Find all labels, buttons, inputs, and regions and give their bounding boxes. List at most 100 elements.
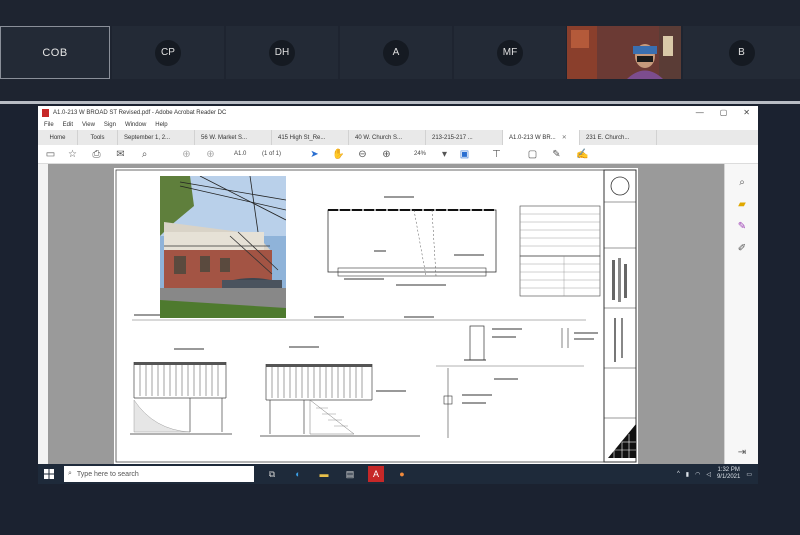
menu-window[interactable]: Window [125, 122, 146, 128]
hand-tool-icon[interactable]: ✋ [332, 148, 345, 161]
acrobat-pdf-icon [42, 109, 49, 117]
bookmark-star-icon[interactable]: ☆ [66, 148, 79, 161]
pdf-page-drawing-sheet[interactable] [114, 168, 638, 464]
task-view-icon[interactable]: ⧉ [264, 466, 280, 482]
participant-video-tile[interactable] [567, 26, 681, 79]
tab-document[interactable]: 213-215-217 ... [426, 130, 503, 145]
participant-tile-cp[interactable]: CP [112, 26, 224, 79]
clock-date: 9/1/2021 [716, 474, 741, 480]
tab-document[interactable]: 231 E. Church... [580, 130, 657, 145]
participant-video-feed [567, 26, 681, 79]
save-icon[interactable]: ▭ [44, 148, 57, 161]
tab-label: 56 W. Market S... [201, 134, 248, 141]
page-number-field[interactable]: A1.0 [234, 151, 246, 157]
participant-avatar: CP [155, 39, 181, 66]
participant-tile-b[interactable]: B [683, 26, 800, 79]
sign-icon[interactable]: ✍ [576, 148, 589, 161]
app-icon[interactable]: ● [394, 466, 410, 482]
acrobat-reader-icon[interactable]: A [368, 466, 384, 482]
page-count: (1 of 1) [262, 151, 282, 157]
print-icon[interactable]: ⎙ [90, 148, 103, 161]
tab-label: Tools [90, 134, 105, 141]
zoom-out-icon[interactable]: ⊖ [356, 148, 369, 161]
fit-page-icon[interactable]: ▣ [458, 148, 471, 161]
chevron-up-icon[interactable]: ^ [677, 471, 680, 477]
tab-document[interactable]: September 1, 2... [118, 130, 195, 145]
close-button[interactable]: ✕ [743, 108, 750, 117]
select-cursor-icon[interactable]: ➤ [308, 148, 321, 161]
wifi-icon[interactable]: ◠ [695, 471, 700, 478]
system-tray: ^ ▮ ◠ ◁ 1:32 PM 9/1/2021 ▭ [677, 467, 752, 481]
participant-avatar: MF [497, 39, 523, 66]
tab-label: 415 High St_Re... [278, 134, 326, 141]
window-titlebar: A1.0-213 W BROAD ST Revised.pdf - Adobe … [38, 106, 758, 120]
collapse-panel-icon[interactable]: ⇥ [735, 446, 749, 460]
minimize-button[interactable]: — [696, 108, 704, 117]
menu-bar: File Edit View Sign Window Help [38, 120, 758, 130]
tab-label: 231 E. Church... [586, 134, 630, 141]
participant-avatar: A [383, 39, 409, 66]
windows-logo-icon [44, 469, 54, 479]
tab-label: 213-215-217 ... [432, 134, 473, 141]
notifications-icon[interactable]: ▮ [686, 471, 689, 478]
menu-file[interactable]: File [44, 122, 54, 128]
file-explorer-icon[interactable]: ▬ [316, 466, 332, 482]
menu-edit[interactable]: Edit [63, 122, 73, 128]
participant-avatar: DH [269, 39, 295, 66]
tab-label: September 1, 2... [124, 134, 171, 141]
window-controls: — ▢ ✕ [696, 108, 750, 117]
building-photo [160, 176, 286, 318]
call-participant-strip: COB CP DH A MF B [0, 0, 800, 100]
store-icon[interactable]: ▤ [342, 466, 358, 482]
menu-view[interactable]: View [82, 122, 95, 128]
shared-screen-frame-top [0, 101, 800, 104]
participant-tile-a[interactable]: A [340, 26, 452, 79]
zoom-level-field[interactable]: 24% [414, 151, 426, 157]
fill-sign-icon[interactable]: ✎ [735, 220, 749, 234]
action-center-icon[interactable]: ▭ [746, 471, 752, 478]
right-tools-panel: ⌕ ▰ ✎ ✐ ⇥ [724, 164, 758, 464]
tab-document[interactable]: 56 W. Market S... [195, 130, 272, 145]
tab-document[interactable]: 40 W. Church S... [349, 130, 426, 145]
participant-tile-dh[interactable]: DH [226, 26, 338, 79]
tab-document[interactable]: 415 High St_Re... [272, 130, 349, 145]
shared-screen: A1.0-213 W BROAD ST Revised.pdf - Adobe … [38, 106, 758, 484]
participant-tile-cob[interactable]: COB [0, 26, 110, 79]
building-photo-image [160, 176, 286, 318]
tab-label: A1.0-213 W BR... [509, 134, 556, 141]
next-page-icon[interactable]: ⊕ [204, 148, 217, 161]
tab-home[interactable]: Home [38, 130, 78, 145]
comment-icon[interactable]: ▢ [526, 148, 539, 161]
close-tab-icon[interactable]: ✕ [562, 134, 567, 141]
participant-tile-mf[interactable]: MF [454, 26, 566, 79]
window-title: A1.0-213 W BROAD ST Revised.pdf - Adobe … [53, 110, 227, 116]
participant-avatar: B [728, 39, 755, 66]
tab-label: 40 W. Church S... [355, 134, 403, 141]
maximize-button[interactable]: ▢ [720, 108, 728, 117]
highlight-pen-icon[interactable]: ✎ [550, 148, 563, 161]
zoom-icon[interactable]: ⌕ [735, 176, 749, 190]
search-icon: ⌕ [68, 470, 72, 477]
email-icon[interactable]: ✉ [114, 148, 127, 161]
tab-document-active[interactable]: A1.0-213 W BR... ✕ [503, 130, 580, 145]
chevron-down-icon[interactable]: ▾ [438, 148, 451, 161]
windows-start-button[interactable] [38, 464, 60, 484]
comment-note-icon[interactable]: ▰ [735, 198, 749, 212]
clock-time: 1:32 PM [717, 467, 740, 473]
edit-pdf-icon[interactable]: ✐ [735, 242, 749, 256]
search-icon[interactable]: ⌕ [138, 148, 151, 161]
zoom-in-icon[interactable]: ⊕ [380, 148, 393, 161]
scrolling-mode-icon[interactable]: ⊤ [490, 148, 503, 161]
menu-help[interactable]: Help [155, 122, 167, 128]
search-placeholder: Type here to search [76, 470, 139, 478]
volume-icon[interactable]: ◁ [706, 471, 711, 478]
prev-page-icon[interactable]: ⊕ [180, 148, 193, 161]
taskbar-search-input[interactable]: ⌕ Type here to search [64, 466, 254, 482]
taskbar-clock[interactable]: 1:32 PM 9/1/2021 [717, 467, 740, 481]
menu-sign[interactable]: Sign [104, 122, 116, 128]
left-nav-panel[interactable] [38, 164, 48, 464]
edge-browser-icon[interactable]: ◐ [290, 466, 306, 482]
participant-initials: COB [42, 46, 68, 59]
document-tab-bar: Home Tools September 1, 2... 56 W. Marke… [38, 130, 758, 145]
tab-tools[interactable]: Tools [78, 130, 118, 145]
